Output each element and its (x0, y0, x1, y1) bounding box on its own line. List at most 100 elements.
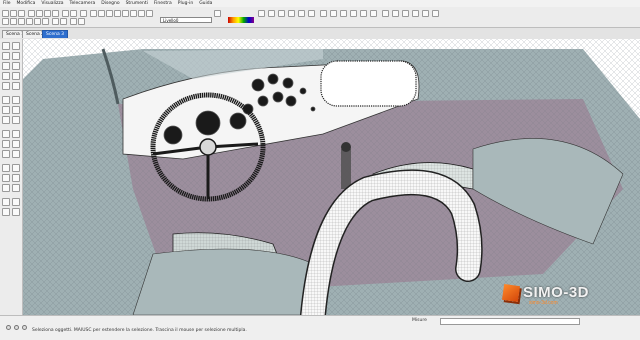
component-icon[interactable] (98, 10, 105, 17)
print-icon[interactable] (80, 10, 87, 17)
layer-dropdown[interactable]: Livello0 (160, 17, 212, 23)
arc-icon[interactable] (146, 10, 153, 17)
look-around-icon[interactable] (2, 208, 10, 216)
push-pull-icon[interactable] (12, 96, 20, 104)
copy-icon[interactable] (36, 10, 43, 17)
measurements-label: Misure (412, 318, 427, 323)
help-icon[interactable] (22, 325, 27, 330)
zoom-window-tool-icon[interactable] (12, 174, 20, 182)
layer-manager-icon[interactable] (214, 10, 221, 17)
top-view-icon[interactable] (330, 10, 337, 17)
section-display-icon[interactable] (60, 18, 67, 25)
previous-view-icon[interactable] (2, 184, 10, 192)
solid-outer-icon[interactable] (42, 18, 49, 25)
open-file-icon[interactable] (10, 10, 17, 17)
fog-icon[interactable] (78, 18, 85, 25)
menu-view[interactable]: Visualizza (38, 0, 66, 7)
brand-logo: SIMO-3D simo-3d.com (501, 283, 589, 306)
color-swatch-strip[interactable] (228, 17, 254, 23)
zoom-window-icon[interactable] (298, 10, 305, 17)
scale-tool-icon[interactable] (2, 116, 10, 124)
circle-tool-icon[interactable] (2, 72, 10, 80)
shaded-icon[interactable] (412, 10, 419, 17)
pan-tool-icon[interactable] (12, 164, 20, 172)
model-viewport[interactable] (23, 39, 640, 315)
pan-icon[interactable] (278, 10, 285, 17)
xray-icon[interactable] (382, 10, 389, 17)
solid-split-icon[interactable] (34, 18, 41, 25)
menu-edit[interactable]: Modifica (14, 0, 39, 7)
section-tool-icon[interactable] (12, 208, 20, 216)
zoom-tool-icon[interactable] (2, 174, 10, 182)
paint-bucket-icon[interactable] (106, 10, 113, 17)
line-icon[interactable] (130, 10, 137, 17)
solid-subtract-icon[interactable] (10, 18, 17, 25)
cut-icon[interactable] (28, 10, 35, 17)
solid-intersect-icon[interactable] (18, 18, 25, 25)
back-view-icon[interactable] (360, 10, 367, 17)
measurements-input[interactable] (440, 318, 580, 325)
menu-window[interactable]: Finestra (151, 0, 175, 7)
erase-icon[interactable] (52, 10, 59, 17)
move-tool-icon[interactable] (2, 96, 10, 104)
menu-plugins[interactable]: Plug-in (175, 0, 196, 7)
solid-union-icon[interactable] (2, 18, 9, 25)
zoom-icon[interactable] (288, 10, 295, 17)
right-view-icon[interactable] (350, 10, 357, 17)
geo-location-icon[interactable] (6, 325, 11, 330)
paint-icon[interactable] (2, 52, 10, 60)
paste-icon[interactable] (44, 10, 51, 17)
menu-camera[interactable]: Telecamera (67, 0, 99, 7)
menu-draw[interactable]: Disegno (98, 0, 122, 7)
freehand-tool-icon[interactable] (12, 82, 20, 90)
menu-file[interactable]: File (0, 0, 14, 7)
redo-icon[interactable] (70, 10, 77, 17)
iso-view-icon[interactable] (320, 10, 327, 17)
circle-icon[interactable] (138, 10, 145, 17)
monochrome-icon[interactable] (432, 10, 439, 17)
gear-shift (341, 142, 351, 189)
shadow-icon[interactable] (70, 18, 77, 25)
arc-tool-icon[interactable] (12, 72, 20, 80)
axes-tool-icon[interactable] (2, 150, 10, 158)
credits-icon[interactable] (14, 325, 19, 330)
rectangle-icon[interactable] (122, 10, 129, 17)
dimension-icon[interactable] (12, 130, 20, 138)
solid-trim-icon[interactable] (26, 18, 33, 25)
polygon-tool-icon[interactable] (2, 82, 10, 90)
follow-me-icon[interactable] (12, 106, 20, 114)
text-tool-icon[interactable] (12, 140, 20, 148)
make-component-icon[interactable] (12, 42, 20, 50)
menu-tools[interactable]: Strumenti (123, 0, 151, 7)
rotate-tool-icon[interactable] (2, 106, 10, 114)
section-plane-icon[interactable] (52, 18, 59, 25)
line-tool-icon[interactable] (12, 62, 20, 70)
rectangle-tool-icon[interactable] (2, 62, 10, 70)
undo-icon[interactable] (62, 10, 69, 17)
hidden-line-icon[interactable] (402, 10, 409, 17)
tab-scene-3[interactable]: Scena 3 (42, 30, 69, 38)
eraser-tool-icon[interactable] (12, 52, 20, 60)
menu-help[interactable]: Guida (196, 0, 215, 7)
save-icon[interactable] (18, 10, 25, 17)
left-view-icon[interactable] (370, 10, 377, 17)
walk-tool-icon[interactable] (12, 198, 20, 206)
position-camera-icon[interactable] (2, 198, 10, 206)
new-file-icon[interactable] (2, 10, 9, 17)
tape-measure-icon[interactable] (2, 130, 10, 138)
protractor-icon[interactable] (2, 140, 10, 148)
main-toolbar: Livello0 (0, 7, 640, 28)
orbit-tool-icon[interactable] (2, 164, 10, 172)
textured-icon[interactable] (422, 10, 429, 17)
orbit-icon[interactable] (268, 10, 275, 17)
front-view-icon[interactable] (340, 10, 347, 17)
sandbox-icon[interactable] (258, 10, 265, 17)
select-icon[interactable] (2, 42, 10, 50)
zoom-extents-icon[interactable] (308, 10, 315, 17)
wireframe-icon[interactable] (392, 10, 399, 17)
select-arrow-icon[interactable] (90, 10, 97, 17)
eraser-icon[interactable] (114, 10, 121, 17)
offset-tool-icon[interactable] (12, 116, 20, 124)
3d-text-icon[interactable] (12, 150, 20, 158)
zoom-extents-tool-icon[interactable] (12, 184, 20, 192)
